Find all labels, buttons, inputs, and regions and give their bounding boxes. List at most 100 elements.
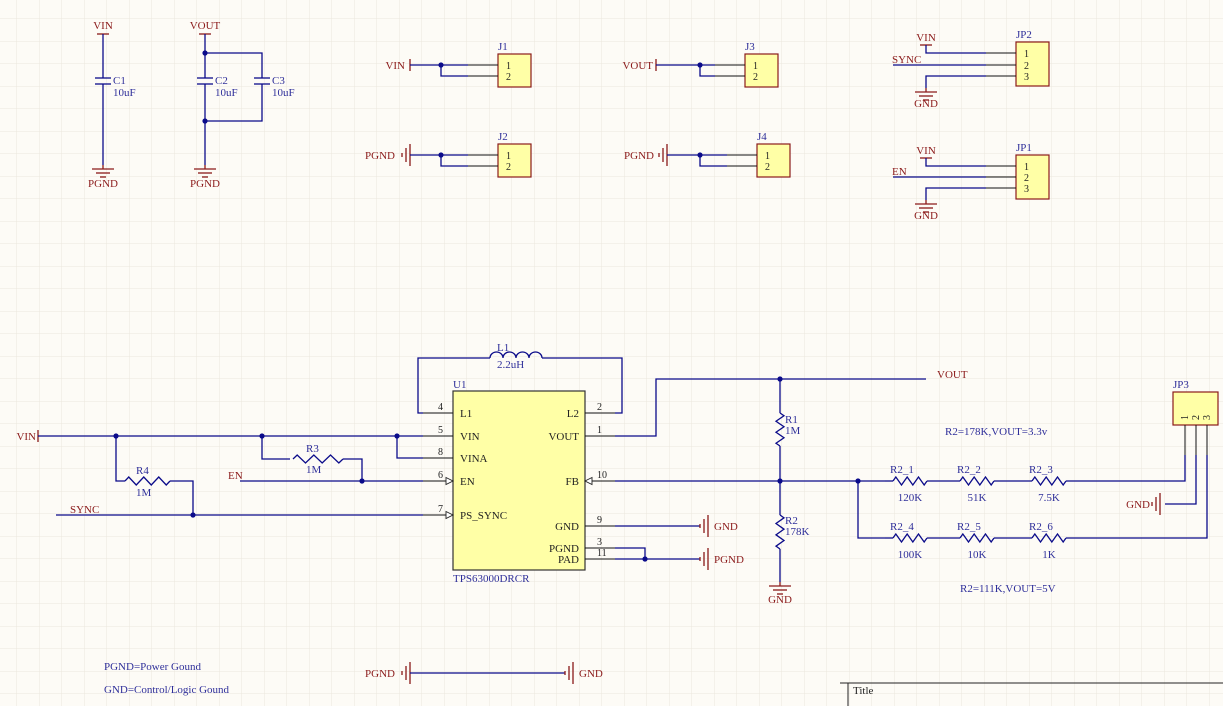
pin-number: 2	[753, 72, 758, 83]
designator: R2_1	[890, 464, 914, 476]
designator: R2_2	[957, 464, 981, 476]
component-value: 100K	[898, 549, 923, 561]
junction-dot	[438, 62, 444, 68]
net-label-vout: VOUT	[622, 60, 653, 72]
net-label-en: EN	[892, 166, 907, 178]
junction-dot	[642, 556, 648, 562]
title-label: Title	[853, 685, 874, 697]
designator: JP1	[1016, 142, 1032, 154]
connector-body[interactable]	[744, 53, 779, 88]
pin-number: 2	[765, 162, 770, 173]
pin-name: L1	[460, 408, 472, 420]
net-label-pgnd: PGND	[714, 554, 744, 566]
designator: R2_5	[957, 521, 981, 533]
pin-number: 2	[1191, 415, 1202, 420]
component-value: 51K	[968, 492, 987, 504]
net-label-vin: VIN	[385, 60, 405, 72]
pin-number: 5	[438, 425, 443, 436]
net-label-pgnd: PGND	[190, 178, 220, 190]
connector-body[interactable]	[1015, 154, 1050, 200]
pin-name: PAD	[558, 554, 579, 566]
net-label-pgnd: PGND	[624, 150, 654, 162]
pin-number: 2	[506, 162, 511, 173]
net-label-gnd: GND	[1126, 499, 1150, 511]
pin-name: VOUT	[548, 431, 579, 443]
junction-dot	[359, 478, 365, 484]
connector-body[interactable]	[497, 53, 532, 88]
component-value: 10uF	[215, 87, 238, 99]
pin-number: 4	[438, 402, 443, 413]
pin-number: 7	[438, 504, 443, 515]
component-value: 1M	[785, 425, 801, 437]
pin-number: 3	[1024, 184, 1029, 195]
pin-number: 2	[506, 72, 511, 83]
component-value: 1M	[306, 464, 322, 476]
pin-number: 11	[597, 548, 607, 559]
designator: J1	[498, 41, 508, 53]
junction-dot	[190, 512, 196, 518]
pin-name: VINA	[460, 453, 488, 465]
pin-number: 1	[1024, 49, 1029, 60]
pin-number: 2	[1024, 61, 1029, 72]
designator: L1	[497, 342, 509, 354]
connector-body[interactable]	[497, 143, 532, 178]
schematic-sheet[interactable]: VINC110uFPGNDVOUTC210uFC310uFPGNDVINJ112…	[0, 0, 1223, 706]
pin-number: 2	[1024, 173, 1029, 184]
connector-body[interactable]	[1015, 41, 1050, 87]
junction-dot	[777, 478, 783, 484]
net-label-vin: VIN	[916, 32, 936, 44]
designator: JP2	[1016, 29, 1032, 41]
pin-number: 8	[438, 447, 443, 458]
net-label-gnd: GND	[768, 594, 792, 606]
component-value: 10K	[968, 549, 987, 561]
net-label-vin: VIN	[916, 145, 936, 157]
component-value: 2.2uH	[497, 359, 524, 371]
junction-dot	[697, 152, 703, 158]
pin-number: 10	[597, 470, 607, 481]
pin-number: 6	[438, 470, 443, 481]
net-label-vout: VOUT	[190, 20, 221, 32]
designator: C2	[215, 75, 228, 87]
designator: R2_4	[890, 521, 914, 533]
net-label-gnd: GND	[579, 668, 603, 680]
designator: R2_6	[1029, 521, 1053, 533]
note-pgnd-definition: PGND=Power Gound	[104, 661, 201, 673]
pin-number: 1	[506, 151, 511, 162]
pin-number: 3	[1202, 415, 1213, 420]
pin-number: 1	[1180, 415, 1191, 420]
pin-number: 3	[1024, 72, 1029, 83]
pin-number: 3	[597, 537, 602, 548]
component-value: 120K	[898, 492, 923, 504]
designator: J2	[498, 131, 508, 143]
pin-number: 1	[597, 425, 602, 436]
designator: J3	[745, 41, 755, 53]
net-label-sync: SYNC	[892, 54, 921, 66]
vout-note-3v3: R2=178K,VOUT=3.3v	[945, 426, 1048, 438]
net-label-pgnd: PGND	[365, 150, 395, 162]
component-value: 178K	[785, 526, 810, 538]
net-label-gnd: GND	[914, 210, 938, 222]
pin-number: 2	[597, 402, 602, 413]
net-label-vin: VIN	[16, 431, 36, 443]
component-value: 1M	[136, 487, 152, 499]
net-label-gnd: GND	[914, 98, 938, 110]
pin-number: 1	[1024, 162, 1029, 173]
component-value: TPS63000DRCR	[453, 573, 530, 585]
designator: R4	[136, 465, 149, 477]
designator: JP3	[1173, 379, 1189, 391]
component-value: 7.5K	[1038, 492, 1060, 504]
pin-name: FB	[566, 476, 579, 488]
designator: R2_3	[1029, 464, 1053, 476]
junction-dot	[202, 50, 208, 56]
component-value: 10uF	[113, 87, 136, 99]
designator: C3	[272, 75, 285, 87]
component-value: 10uF	[272, 87, 295, 99]
net-label-vin: VIN	[93, 20, 113, 32]
pin-name: PS_SYNC	[460, 510, 507, 522]
connector-body[interactable]	[756, 143, 791, 178]
note-gnd-definition: GND=Control/Logic Gound	[104, 684, 230, 696]
designator: C1	[113, 75, 126, 87]
component-value: 1K	[1042, 549, 1056, 561]
junction-dot	[202, 118, 208, 124]
net-label-en: EN	[228, 470, 243, 482]
